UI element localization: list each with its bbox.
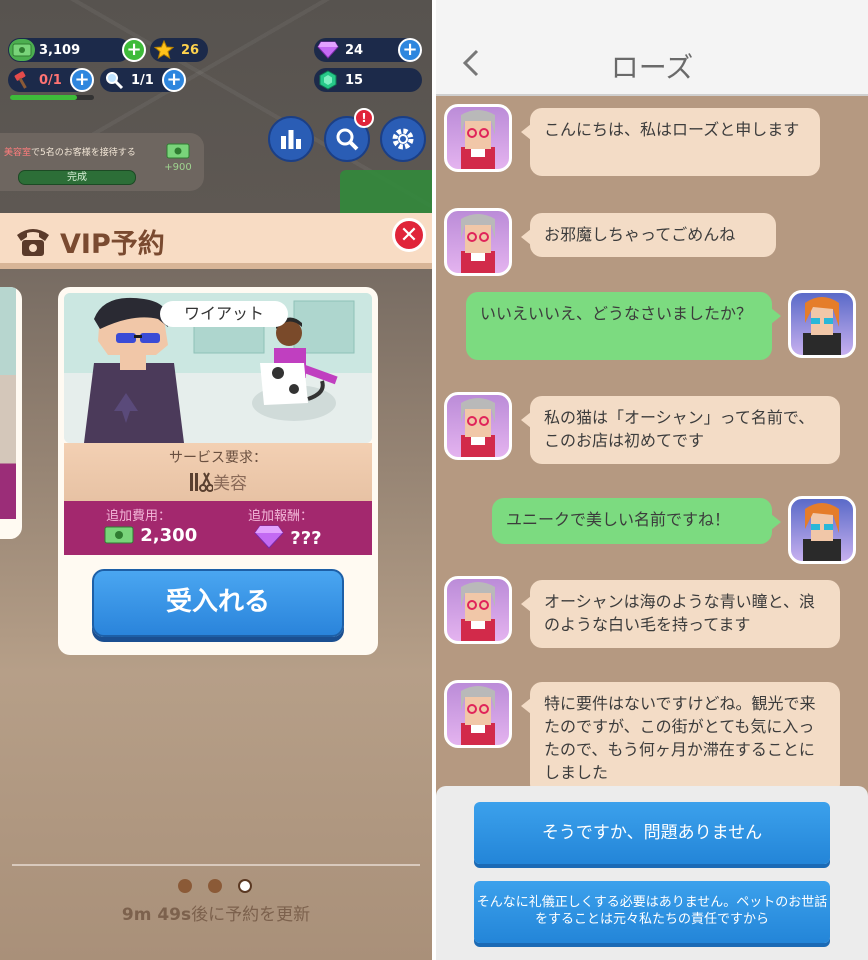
service-request: サービス要求： 美容: [64, 443, 372, 501]
task-card[interactable]: 美容室で5名のお客様を接待する 完成 +900: [0, 133, 204, 191]
player-avatar: [788, 496, 856, 564]
cash-icon: [166, 143, 190, 159]
gems-value: 24: [345, 42, 364, 58]
hammer-value: 0/1: [39, 72, 62, 88]
chat-header: ローズ: [436, 0, 868, 96]
chat-message: 特に要件はないですけどね。観光で来たのですが、この街がとても気に入ったので、もう…: [521, 682, 840, 796]
hammer-icon: [9, 69, 35, 91]
stats-button[interactable]: [268, 116, 314, 162]
extra-cost: 2,300: [104, 525, 197, 546]
extra-info: 追加費用： 2,300 追加報酬： ???: [64, 501, 372, 555]
rose-avatar: [444, 208, 512, 276]
divider: [12, 864, 420, 866]
stars-value: 26: [181, 42, 200, 58]
magnifier-value: 1/1: [131, 72, 154, 88]
chat-message: ユニークで美しい名前ですね！: [492, 498, 781, 544]
vip-header: VIP予約: [0, 213, 432, 269]
cash-icon: [104, 526, 134, 544]
bar-chart-icon: [281, 130, 301, 149]
task-status: 完成: [18, 170, 136, 185]
extra-reward-label: 追加報酬：: [248, 509, 314, 524]
alert-badge: !: [354, 108, 374, 128]
vip-screen: 3,109 + 26 24 + 15 0/1 + 1/1 + ! 美容室で5名の…: [0, 0, 432, 960]
rose-avatar: [444, 576, 512, 644]
cash-counter: 3,109: [8, 38, 130, 62]
page-dot[interactable]: [178, 879, 192, 893]
add-hammer-button[interactable]: +: [70, 68, 94, 92]
chat-message: 私の猫は「オーシャン」って名前で、このお店は初めてです: [521, 396, 840, 464]
cash-value: 3,109: [39, 42, 81, 58]
vip-title: VIP予約: [60, 229, 165, 260]
gear-icon: [392, 128, 414, 150]
magnifier-icon: [101, 69, 127, 91]
rose-avatar: [444, 104, 512, 172]
chat-screen: ローズ こんにちは、私はローズと申します お邪魔しちゃってごめんね いいえいいえ…: [436, 0, 868, 960]
customer-illustration: ワイアット: [64, 293, 372, 443]
chat-message: こんにちは、私はローズと申します: [521, 108, 820, 176]
rose-avatar: [444, 680, 512, 748]
star-icon: [151, 39, 177, 61]
customer-name: ワイアット: [160, 301, 288, 327]
emeralds-value: 15: [345, 72, 364, 88]
purple-gem-icon: [254, 525, 284, 549]
search-icon: [336, 128, 359, 151]
chat-message: いいえいいえ、どうなさいましたか？: [466, 292, 781, 360]
service-label: サービス要求：: [169, 450, 267, 466]
refresh-timer: 9m 49s後に予約を更新: [121, 905, 311, 925]
reply-options: そうですか、問題ありません そんなに礼儀正しくする必要はありません。ペットのお世…: [436, 786, 868, 960]
player-avatar: [788, 290, 856, 358]
extra-cost-label: 追加費用：: [106, 509, 172, 524]
vip-customer-card: ワイアット サービス要求： 美容 追加費用： 2,300 追加報酬： ??? 受…: [58, 287, 378, 655]
add-magnifier-button[interactable]: +: [162, 68, 186, 92]
page-dot-active[interactable]: [238, 879, 252, 893]
task-reward: +900: [158, 143, 198, 185]
cash-icon: [9, 39, 35, 61]
chat-message: オーシャンは海のような青い瞳と、浪のような白い毛を持ってます: [521, 580, 840, 648]
add-gems-button[interactable]: +: [398, 38, 422, 62]
chat-message: お邪魔しちゃってごめんね: [521, 213, 776, 257]
rose-avatar: [444, 392, 512, 460]
settings-button[interactable]: [380, 116, 426, 162]
task-description: 美容室で5名のお客様を接待する: [4, 148, 136, 158]
green-gem-icon: [315, 69, 341, 91]
scissors-comb-icon: [190, 472, 214, 492]
stars-counter: 26: [150, 38, 208, 62]
accept-button[interactable]: 受入れる: [92, 569, 344, 637]
previous-customer-card[interactable]: [0, 287, 22, 539]
emeralds-counter: 15: [314, 68, 422, 92]
chat-title: ローズ: [610, 51, 694, 84]
phone-icon: [17, 229, 49, 256]
service-value: 美容: [64, 469, 372, 494]
cash-pile-decoration: [340, 170, 432, 216]
close-button[interactable]: ✕: [392, 218, 426, 252]
close-icon: ✕: [399, 222, 419, 248]
build-progress-bar: [10, 95, 94, 100]
extra-reward: ???: [254, 525, 322, 549]
page-dot[interactable]: [208, 879, 222, 893]
add-cash-button[interactable]: +: [122, 38, 146, 62]
purple-gem-icon: [315, 39, 341, 61]
reply-option-1[interactable]: そうですか、問題ありません: [474, 802, 830, 864]
reply-option-2[interactable]: そんなに礼儀正しくする必要はありません。ペットのお世話をすることは元々私たちの責…: [474, 881, 830, 943]
